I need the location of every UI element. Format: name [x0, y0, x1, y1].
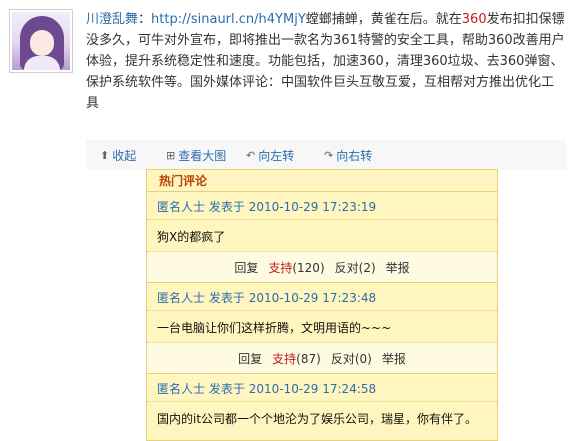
- oppose-button[interactable]: 反对(2): [335, 259, 376, 276]
- reply-button[interactable]: 回复: [238, 350, 262, 367]
- comment-time: 2010-10-29 17:23:19: [248, 200, 377, 214]
- collapse-label: 收起: [112, 149, 137, 163]
- support-button[interactable]: 支持(120): [268, 259, 324, 276]
- oppose-label: 反对: [334, 260, 359, 275]
- oppose-button[interactable]: 反对(0): [331, 350, 372, 367]
- collapse-button[interactable]: ⬆ 收起: [100, 147, 136, 164]
- comment-item: 匿名人士 发表于 2010-10-29 17:23:19 狗X的都疯了 回复 支…: [147, 192, 497, 283]
- avatar-face: [30, 30, 54, 56]
- report-button[interactable]: 举报: [382, 350, 406, 367]
- comment-posted-label: 发表于: [208, 291, 245, 305]
- oppose-label: 反对: [330, 351, 355, 366]
- post-text: 川澄乱舞：http://sinaurl.cn/h4YMjY螳螂捕蝉，黄雀在后。就…: [86, 9, 566, 114]
- rotate-right-icon: ↷: [324, 149, 334, 162]
- oppose-count: (2): [358, 260, 376, 275]
- comment-user[interactable]: 匿名人士: [157, 200, 205, 214]
- comment-user[interactable]: 匿名人士: [157, 291, 205, 305]
- support-label: 支持: [272, 351, 297, 366]
- rotate-left-button[interactable]: ↶ 向左转: [246, 147, 294, 164]
- comment-text: 国内的it公司都一个个地沦为了娱乐公司，瑞星，你有伴了。: [157, 412, 478, 426]
- comment-actions: 回复 支持(120) 反对(2) 举报: [147, 251, 497, 283]
- rotate-left-label: 向左转: [258, 149, 295, 163]
- rotate-right-label: 向右转: [336, 149, 373, 163]
- avatar[interactable]: [9, 9, 73, 73]
- hot-comments-title: 热门评论: [147, 170, 497, 192]
- comment-item: 匿名人士 发表于 2010-10-29 17:24:58 国内的it公司都一个个…: [147, 374, 497, 433]
- comment-header: 匿名人士 发表于 2010-10-29 17:23:48: [147, 283, 497, 311]
- image-toolbar: ⬆ 收起 ⊞ 查看大图 ↶ 向左转 ↷ 向右转: [86, 140, 566, 170]
- post-author[interactable]: 川澄乱舞: [86, 12, 138, 27]
- reply-button[interactable]: 回复: [234, 259, 258, 276]
- post-link[interactable]: http://sinaurl.cn/h4YMjY: [151, 12, 306, 27]
- magnify-icon: ⊞: [166, 149, 176, 162]
- view-large-button[interactable]: ⊞ 查看大图: [166, 147, 226, 164]
- comment-actions: 回复 支持(87) 反对(0) 举报: [147, 342, 497, 374]
- comment-time: 2010-10-29 17:23:48: [248, 291, 377, 305]
- comment-text: 狗X的都疯了: [157, 230, 226, 244]
- support-count: (120): [292, 260, 325, 275]
- comment-header: 匿名人士 发表于 2010-10-29 17:23:19: [147, 192, 497, 220]
- post-text-part-a: 螳螂捕蝉，黄雀在后。就在: [305, 12, 462, 27]
- comment-item: 匿名人士 发表于 2010-10-29 17:23:48 一台电脑让你们这样折腾…: [147, 283, 497, 374]
- view-large-label: 查看大图: [178, 149, 227, 163]
- report-button[interactable]: 举报: [386, 259, 410, 276]
- support-button[interactable]: 支持(87): [272, 350, 321, 367]
- comment-time: 2010-10-29 17:24:58: [248, 382, 377, 396]
- avatar-body: [24, 56, 60, 70]
- support-count: (87): [296, 351, 321, 366]
- hot-comments-panel: 热门评论 匿名人士 发表于 2010-10-29 17:23:19 狗X的都疯了…: [146, 169, 498, 441]
- avatar-image: [12, 12, 70, 70]
- rotate-left-icon: ↶: [246, 149, 256, 162]
- oppose-count: (0): [354, 351, 372, 366]
- post-colon: ：: [138, 12, 152, 27]
- arrow-up-icon: ⬆: [100, 149, 110, 162]
- comment-posted-label: 发表于: [208, 200, 245, 214]
- post-highlight: 360: [461, 12, 487, 27]
- comment-posted-label: 发表于: [208, 382, 245, 396]
- comment-text: 一台电脑让你们这样折腾，文明用语的~~~: [157, 321, 392, 335]
- support-label: 支持: [268, 260, 293, 275]
- comment-header: 匿名人士 发表于 2010-10-29 17:24:58: [147, 374, 497, 402]
- comment-user[interactable]: 匿名人士: [157, 382, 205, 396]
- rotate-right-button[interactable]: ↷ 向右转: [324, 147, 372, 164]
